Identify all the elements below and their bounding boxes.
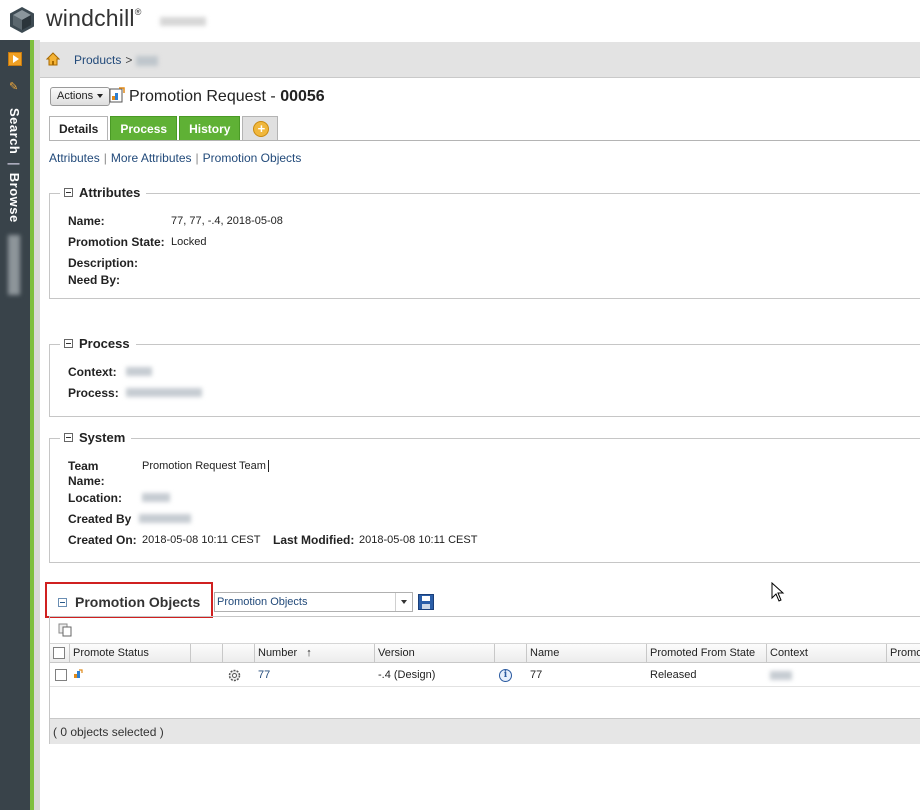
view-select[interactable]: Promotion Objects: [214, 592, 413, 612]
nav-divider: [34, 40, 40, 810]
redacted-text: [160, 17, 206, 26]
col-version[interactable]: Version: [375, 644, 495, 663]
select-all-checkbox[interactable]: [53, 647, 65, 659]
app-name: windchill®: [46, 5, 142, 31]
chevron-down-icon: [395, 593, 412, 611]
navigator-tabs: Search | Browse: [7, 108, 22, 223]
link-attributes[interactable]: Attributes: [49, 151, 100, 165]
promotion-objects-table: Promote Status Number ↑ Version Name Pro…: [49, 616, 920, 744]
link-more-attributes[interactable]: More Attributes: [111, 151, 192, 165]
process-value-redacted: [126, 388, 202, 397]
col-promoted-to[interactable]: Promot: [887, 644, 920, 663]
tab-process[interactable]: Process: [110, 116, 178, 141]
last-modified-value: 2018-05-08 10:11 CEST: [359, 534, 478, 546]
breadcrumb-products[interactable]: Products: [74, 53, 121, 67]
sort-ascending-icon: ↑: [306, 647, 312, 659]
collapse-icon[interactable]: [64, 339, 73, 348]
redacted-tab: [8, 235, 20, 295]
promotion-status-icon: [74, 669, 83, 678]
promotion-objects-title: Promotion Objects: [75, 594, 201, 610]
collapse-icon[interactable]: [58, 598, 67, 607]
col-promoted-from-state[interactable]: Promoted From State: [647, 644, 767, 663]
left-navigator: ✎ Search | Browse: [0, 40, 30, 810]
nav-browse-tab[interactable]: Browse: [7, 173, 22, 223]
collapse-icon[interactable]: [64, 433, 73, 442]
collapse-icon[interactable]: [64, 188, 73, 197]
tab-divider: [49, 140, 920, 141]
actions-menu-button[interactable]: Actions: [50, 87, 111, 106]
gear-icon[interactable]: [227, 668, 242, 683]
add-tab-button[interactable]: +: [242, 116, 279, 141]
table-row[interactable]: 77 -.4 (Design) i 77 Released: [50, 663, 920, 687]
row-name: 77: [530, 669, 543, 681]
promotion-request-icon: [109, 87, 125, 103]
col-promote-status[interactable]: Promote Status: [70, 644, 191, 663]
breadcrumb: Products >: [40, 42, 920, 78]
col-number[interactable]: Number ↑: [255, 644, 375, 663]
col-blank-1[interactable]: [191, 644, 223, 663]
row-promoted-from-state: Released: [650, 669, 697, 681]
row-number-link[interactable]: 77: [258, 669, 270, 681]
name-value: 77, 77, -.4, 2018-05-08: [171, 215, 283, 227]
system-heading[interactable]: System: [60, 430, 132, 445]
chevron-down-icon: [97, 94, 104, 99]
expand-navigator-icon[interactable]: [8, 52, 22, 66]
tab-details[interactable]: Details: [49, 116, 109, 141]
nav-search-tab[interactable]: Search: [7, 108, 22, 154]
promotion-state-value: Locked: [171, 236, 207, 248]
tab-history[interactable]: History: [179, 116, 241, 141]
selection-status: ( 0 objects selected ): [50, 718, 920, 744]
system-panel: System Team Name: Promotion Request Team…: [49, 430, 920, 563]
col-name[interactable]: Name: [527, 644, 647, 663]
process-panel: Process Context: Process:: [49, 336, 920, 417]
process-heading[interactable]: Process: [60, 336, 136, 351]
table-header: Promote Status Number ↑ Version Name Pro…: [50, 644, 920, 663]
plus-icon: +: [253, 121, 270, 137]
top-bar: windchill®: [0, 0, 920, 40]
row-context-redacted[interactable]: [770, 671, 792, 680]
section-links: Attributes | More Attributes | Promotion Obj…: [49, 151, 302, 165]
col-actions[interactable]: [223, 644, 255, 663]
save-view-icon[interactable]: [418, 594, 434, 610]
page-title: Promotion Request - 00056: [129, 88, 325, 105]
created-by-value-redacted: [139, 514, 191, 523]
info-icon[interactable]: i: [499, 669, 512, 682]
mouse-cursor-icon: [771, 582, 785, 602]
attributes-heading[interactable]: Attributes: [60, 185, 147, 200]
breadcrumb-redacted[interactable]: [136, 55, 159, 66]
created-on-value: 2018-05-08 10:11 CEST: [142, 534, 261, 546]
row-checkbox[interactable]: [55, 669, 67, 681]
home-icon[interactable]: [46, 52, 60, 66]
search-key-icon[interactable]: ✎: [9, 80, 18, 93]
col-context[interactable]: Context: [767, 644, 887, 663]
tab-bar: Details Process History +: [49, 116, 280, 141]
context-value-redacted: [126, 367, 152, 376]
table-toolbar: [50, 617, 920, 644]
link-promotion-objects[interactable]: Promotion Objects: [203, 151, 302, 165]
location-value-redacted: [142, 493, 170, 502]
attributes-panel: Attributes Name: 77, 77, -.4, 2018-05-08…: [49, 185, 920, 299]
copy-icon[interactable]: [58, 623, 72, 637]
windchill-logo-icon: [10, 7, 34, 33]
col-info[interactable]: [495, 644, 527, 663]
row-version: -.4 (Design): [378, 669, 436, 681]
team-value: Promotion Request Team: [142, 460, 269, 472]
